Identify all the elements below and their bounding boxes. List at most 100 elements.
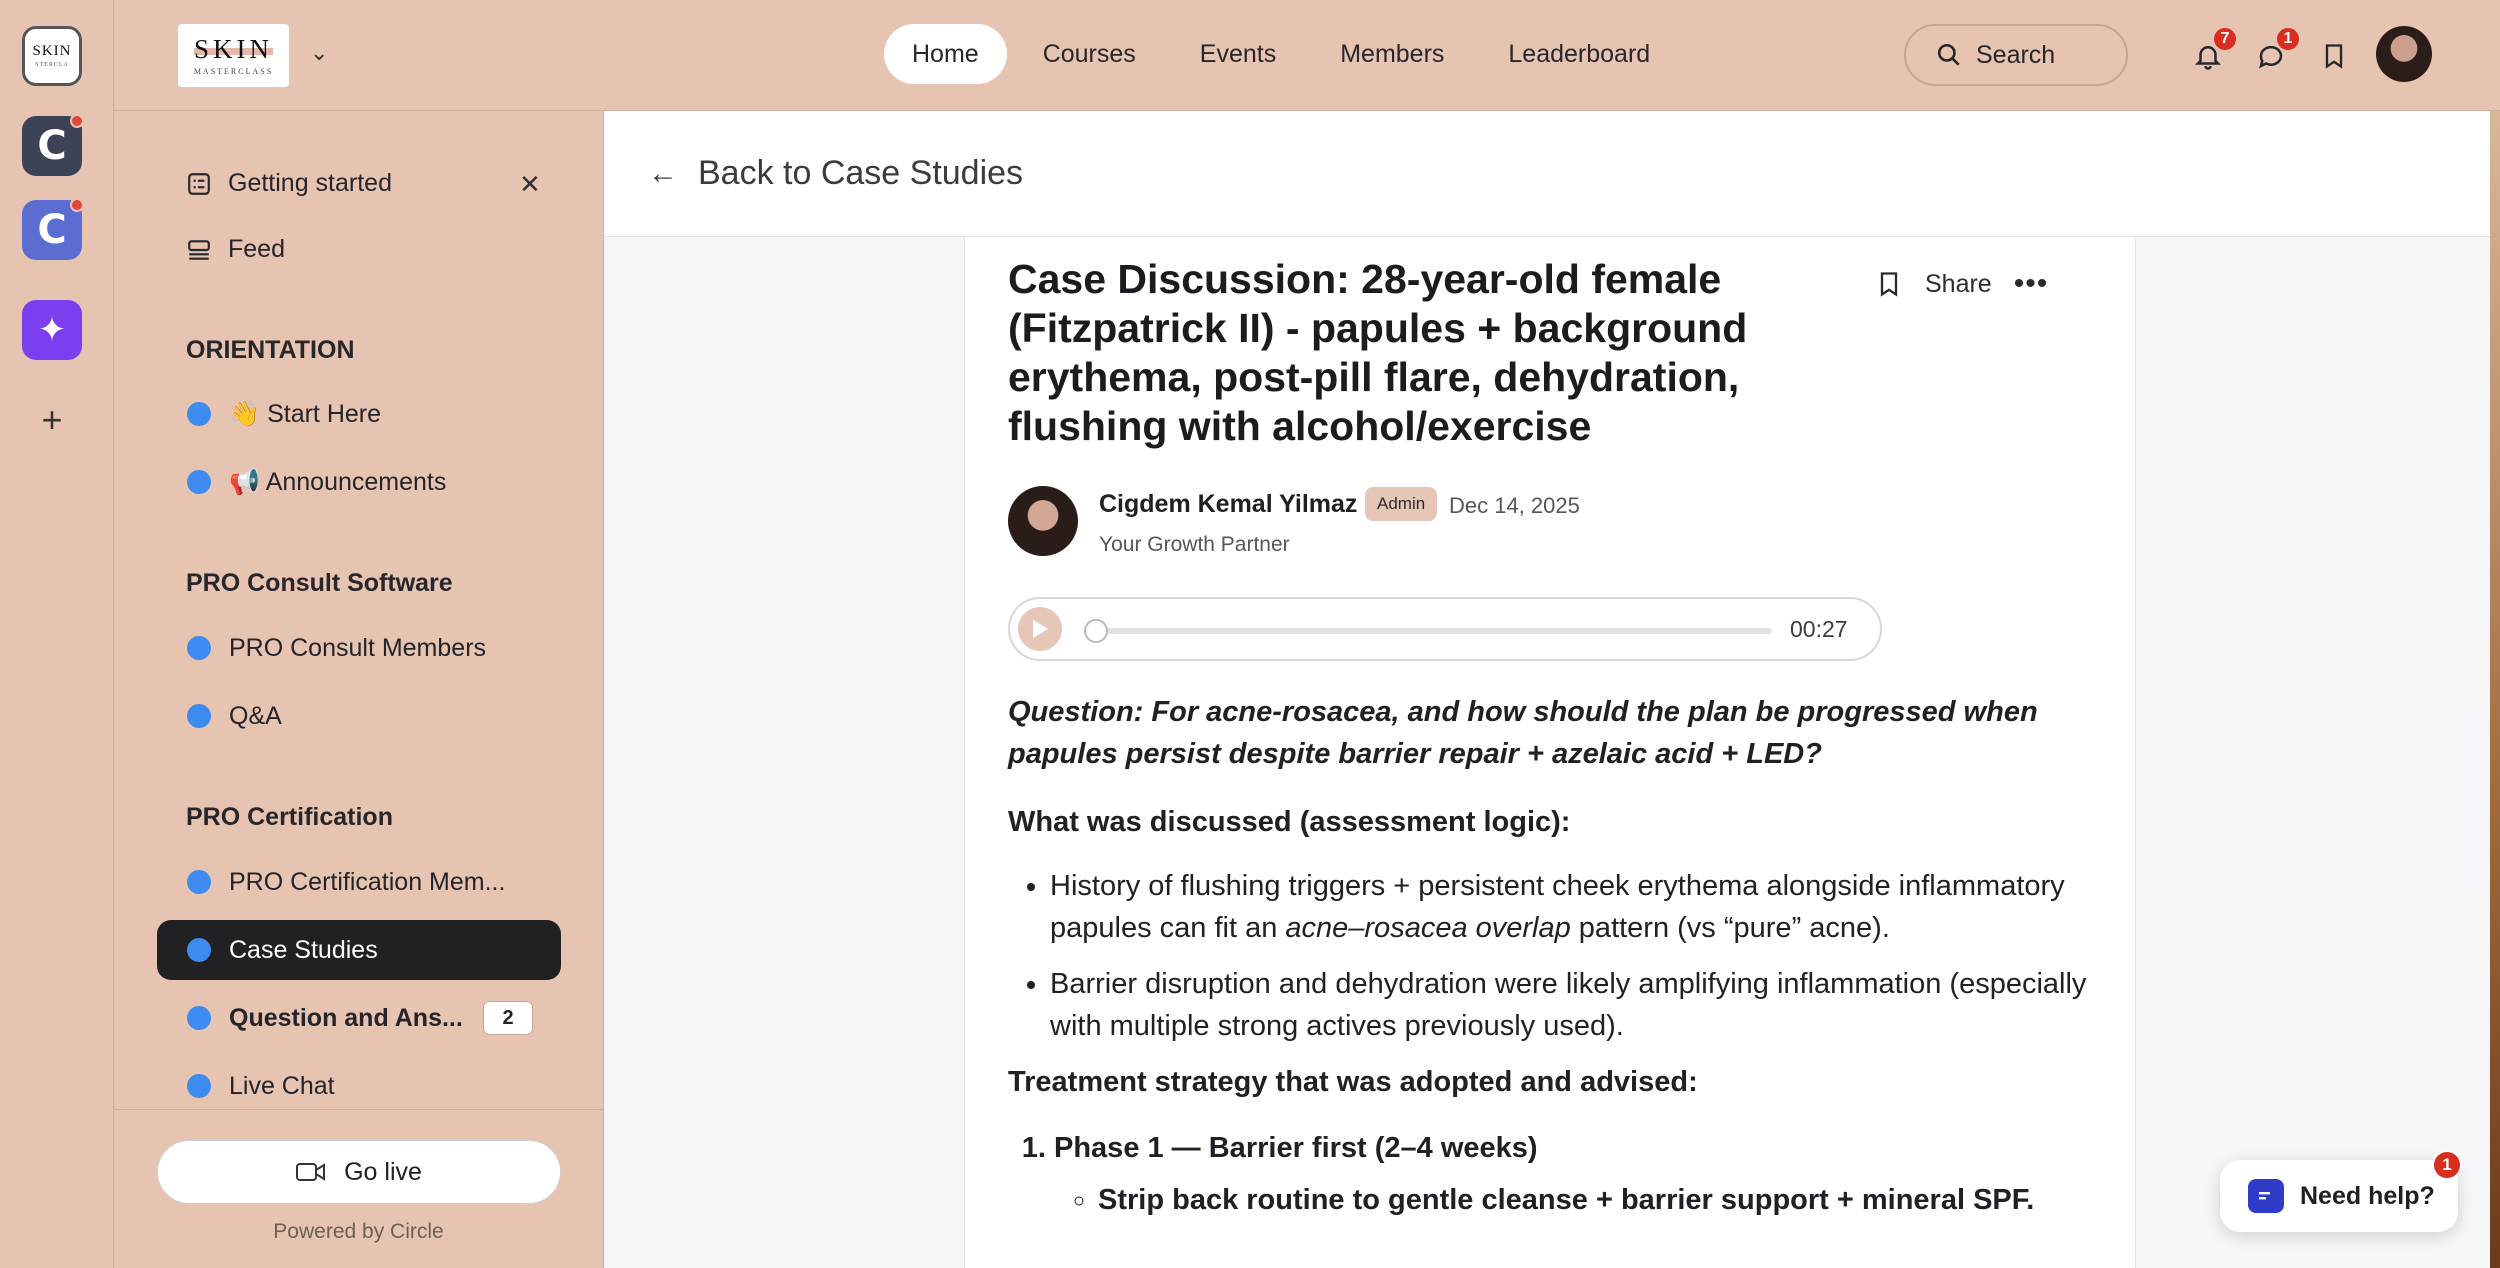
feed-label: Feed xyxy=(228,235,285,263)
video-camera-icon xyxy=(296,1163,326,1181)
sidebar-item-label: Case Studies xyxy=(229,935,378,964)
sparkle-icon[interactable]: ✦ xyxy=(22,300,82,360)
notifications-button[interactable]: 7 xyxy=(2188,26,2238,76)
sidebar-item-feed[interactable]: Feed xyxy=(186,235,285,264)
main-nav: Home Courses Events Members Leaderboard xyxy=(884,24,1678,84)
audio-progress-track[interactable] xyxy=(1096,628,1772,634)
share-button[interactable]: Share xyxy=(1925,270,1992,299)
community-c-letter: C xyxy=(37,123,67,169)
list-item: Strip back routine to gentle cleanse + b… xyxy=(1098,1179,2088,1221)
space-dot-icon xyxy=(187,704,211,728)
window-edge xyxy=(2490,111,2500,1268)
space-dot-icon xyxy=(187,870,211,894)
help-chat-icon xyxy=(2248,1179,2284,1213)
sidebar-item-case-studies[interactable]: Case Studies xyxy=(157,920,561,980)
space-dot-icon xyxy=(187,636,211,660)
sidebar-item-label: PRO Certification Mem... xyxy=(229,867,506,896)
section-title-pro-consult[interactable]: PRO Consult Software xyxy=(186,569,453,598)
author-role: Your Growth Partner xyxy=(1099,533,1290,556)
space-dot-icon xyxy=(187,938,211,962)
community-c-icon-2[interactable]: C xyxy=(22,198,84,260)
sidebar-item-label: PRO Consult Members xyxy=(229,633,487,662)
post-date: Dec 14, 2025 xyxy=(1449,493,1580,518)
nav-events[interactable]: Events xyxy=(1172,24,1304,84)
sidebar-item-getting-started[interactable]: Getting started xyxy=(186,169,392,198)
author-name[interactable]: Cigdem Kemal Yilmaz xyxy=(1099,490,1357,519)
space-dot-icon xyxy=(187,1074,211,1098)
sidebar-footer: Go live Powered by Circle xyxy=(114,1109,603,1268)
bookmark-icon xyxy=(2325,44,2343,69)
app-rail: SKIN STERCLA C C ✦ + xyxy=(0,0,114,1268)
arrow-left-icon: ← xyxy=(648,156,678,190)
author-avatar[interactable] xyxy=(1008,486,1078,556)
back-link[interactable]: ← Back to Case Studies xyxy=(604,111,2500,237)
section-title-orientation[interactable]: ORIENTATION xyxy=(186,336,355,365)
messages-badge: 1 xyxy=(2275,26,2301,52)
admin-badge: Admin xyxy=(1365,487,1438,521)
powered-by-link[interactable]: Powered by Circle xyxy=(114,1220,603,1244)
chevron-down-icon[interactable]: ⌄ xyxy=(310,40,328,66)
unread-dot xyxy=(70,114,84,128)
audio-player: 00:27 xyxy=(1008,597,1882,661)
phase-title: Phase 1 — Barrier first (2–4 weeks) xyxy=(1054,1132,1538,1164)
sidebar-item-question-and-answers[interactable]: Question and Ans... 2 xyxy=(157,988,561,1048)
space-dot-icon xyxy=(187,470,211,494)
help-badge: 1 xyxy=(2432,1150,2462,1180)
need-help-label: Need help? xyxy=(2300,1181,2435,1210)
sidebar-item-live-chat[interactable]: Live Chat xyxy=(157,1056,561,1116)
search-button[interactable]: Search xyxy=(1904,24,2128,86)
phase-sublist: Strip back routine to gentle cleanse + b… xyxy=(1054,1179,2088,1221)
add-community-icon[interactable]: + xyxy=(22,390,82,450)
more-options-icon[interactable]: ••• xyxy=(2014,267,2049,301)
community-c-icon[interactable]: C xyxy=(22,114,84,176)
play-button[interactable] xyxy=(1018,607,1062,651)
getting-started-label: Getting started xyxy=(228,169,392,197)
list-text: pattern (vs “pure” acne). xyxy=(1570,912,1890,944)
close-icon[interactable]: ✕ xyxy=(519,169,541,200)
sidebar-item-qa[interactable]: Q&A xyxy=(157,686,561,746)
list-item: Barrier disruption and dehydration were … xyxy=(1050,963,2088,1047)
checklist-icon xyxy=(188,172,210,195)
community-c-letter: C xyxy=(37,207,67,253)
strategy-heading: Treatment strategy that was adopted and … xyxy=(1008,1066,1698,1098)
space-dot-icon xyxy=(187,402,211,426)
messages-button[interactable]: 1 xyxy=(2251,26,2301,76)
assessment-list: History of flushing triggers + persisten… xyxy=(1008,865,2088,1047)
sidebar-item-pro-consult-members[interactable]: PRO Consult Members xyxy=(157,618,561,678)
community-skin-icon[interactable]: SKIN STERCLA xyxy=(22,26,82,86)
sidebar-item-label: 👋 Start Here xyxy=(229,399,382,428)
audio-scrubber[interactable] xyxy=(1084,619,1108,643)
phase-list: Phase 1 — Barrier first (2–4 weeks) Stri… xyxy=(1008,1127,2088,1221)
list-emphasis: acne–rosacea overlap xyxy=(1285,912,1571,944)
bookmark-icon[interactable] xyxy=(1875,268,1903,300)
nav-members[interactable]: Members xyxy=(1312,24,1472,84)
need-help-button[interactable]: Need help? 1 xyxy=(2220,1150,2462,1232)
notifications-badge: 7 xyxy=(2212,26,2238,52)
sidebar-item-pro-certification-members[interactable]: PRO Certification Mem... xyxy=(157,852,561,912)
top-header: SKIN MASTERCLASS ⌄ Home Courses Events M… xyxy=(114,0,2500,111)
sidebar-item-announcements[interactable]: 📢 Announcements xyxy=(157,452,561,512)
question-text: Question: For acne-rosacea, and how shou… xyxy=(1008,696,2038,770)
community-skin-label: SKIN xyxy=(32,43,72,59)
brand-logo[interactable]: SKIN MASTERCLASS xyxy=(178,24,289,87)
space-dot-icon xyxy=(187,1006,211,1030)
nav-home[interactable]: Home xyxy=(884,24,1007,84)
play-icon xyxy=(1033,620,1048,638)
post-title: Case Discussion: 28-year-old female (Fit… xyxy=(1008,256,1748,449)
main-content: ← Back to Case Studies Case Discussion: … xyxy=(604,111,2500,1268)
sidebar-item-start-here[interactable]: 👋 Start Here xyxy=(157,384,561,444)
section-title-pro-certification[interactable]: PRO Certification xyxy=(186,803,393,832)
feed-icon xyxy=(188,239,210,260)
nav-leaderboard[interactable]: Leaderboard xyxy=(1480,24,1678,84)
post-card: Case Discussion: 28-year-old female (Fit… xyxy=(964,237,2136,1268)
community-skin-sublabel: STERCLA xyxy=(35,62,69,68)
list-item: History of flushing triggers + persisten… xyxy=(1050,865,2088,949)
go-live-button[interactable]: Go live xyxy=(157,1140,561,1204)
unread-dot xyxy=(70,198,84,212)
bookmarks-button[interactable] xyxy=(2314,36,2354,76)
nav-courses[interactable]: Courses xyxy=(1015,24,1164,84)
sidebar-item-label: Question and Ans... xyxy=(229,1003,463,1032)
sidebar-item-label: 📢 Announcements xyxy=(229,467,447,496)
user-avatar[interactable] xyxy=(2376,26,2432,82)
unread-count-badge: 2 xyxy=(483,1001,533,1035)
